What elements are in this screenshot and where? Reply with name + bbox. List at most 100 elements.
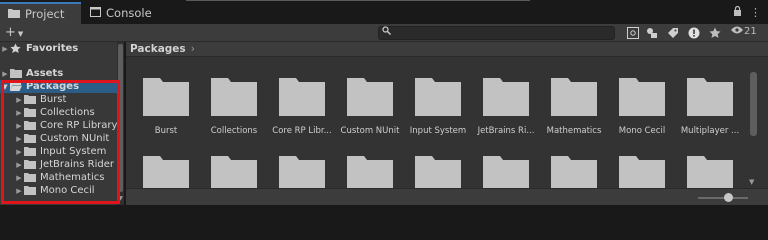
content-scrollbar-thumb[interactable] [750, 72, 757, 136]
tree-item-mathematics[interactable]: ▶ Mathematics [0, 171, 124, 184]
favorite-star-icon[interactable] [708, 26, 722, 40]
folder-icon [24, 108, 36, 117]
grid-folder-mathematics[interactable]: Mathematics [540, 78, 608, 136]
tree-item-jetbrains-rider[interactable]: ▶ JetBrains Rider [0, 158, 124, 171]
tree-item-input-system[interactable]: ▶ Input System [0, 145, 124, 158]
grid-folder[interactable] [336, 156, 404, 188]
grid-folder[interactable] [268, 156, 336, 188]
console-icon [90, 6, 101, 20]
search-input[interactable] [378, 26, 615, 40]
folder-icon [24, 160, 36, 169]
tab-project[interactable]: Project [0, 2, 81, 24]
collapsed-arrow-icon[interactable]: ▶ [14, 122, 24, 130]
collapsed-arrow-icon[interactable]: ▶ [14, 161, 24, 169]
folder-icon [8, 7, 20, 21]
grid-folder-label: Input System [409, 126, 467, 136]
grid-folder[interactable] [200, 156, 268, 188]
folder-icon [24, 121, 36, 130]
tree-item-packages[interactable]: ▼ Packages [0, 80, 124, 93]
more-menu-icon[interactable]: ⋮ [750, 6, 761, 19]
tree-item-label: Core RP Library [40, 120, 118, 131]
scroll-down-arrow-icon[interactable]: ▼ [749, 178, 754, 186]
grid-folder-core-rp-library[interactable]: Core RP Libr... [268, 78, 336, 136]
search-by-type-filter-icon[interactable] [645, 26, 659, 40]
tree-item-label: Assets [26, 68, 64, 79]
tree-item-collections[interactable]: ▶ Collections [0, 106, 124, 119]
icon-size-slider-handle[interactable] [724, 193, 733, 202]
folder-icon [24, 186, 36, 195]
collapsed-arrow-icon[interactable]: ▶ [14, 96, 24, 104]
tree-scrollbar-thumb[interactable] [118, 44, 123, 192]
collapsed-arrow-icon[interactable]: ▶ [14, 135, 24, 143]
grid-folder[interactable] [608, 156, 676, 188]
collapsed-arrow-icon[interactable]: ▶ [0, 45, 10, 53]
grid-folder[interactable] [540, 156, 608, 188]
tab-bar-divider [186, 0, 530, 1]
grid-folder-label: Custom NUnit [340, 126, 400, 136]
grid-folder-mono-cecil[interactable]: Mono Cecil [608, 78, 676, 136]
folder-icon [24, 95, 36, 104]
folder-icon [143, 78, 189, 116]
icon-size-slider-track[interactable] [698, 197, 748, 199]
scroll-down-arrow-icon[interactable]: ▼ [117, 195, 124, 202]
lock-icon[interactable] [733, 5, 742, 19]
tree-item-core-rp-library[interactable]: ▶ Core RP Library [0, 119, 124, 132]
tree-item-label: Mono Cecil [40, 185, 95, 196]
grid-folder-input-system[interactable]: Input System [404, 78, 472, 136]
folder-open-icon [10, 82, 22, 91]
asset-grid: Burst Collections Core RP Libr... Custom… [126, 58, 746, 188]
tree-item-mono-cecil[interactable]: ▶ Mono Cecil [0, 184, 124, 197]
folder-icon [347, 78, 393, 116]
tree-item-favorites[interactable]: ▶ Favorites [0, 42, 124, 55]
grid-folder[interactable] [472, 156, 540, 188]
hidden-packages-toggle[interactable]: 21 [731, 26, 757, 37]
folder-icon [24, 173, 36, 182]
grid-folder[interactable] [404, 156, 472, 188]
folder-icon [279, 78, 325, 116]
grid-folder[interactable] [132, 156, 200, 188]
grid-folder-custom-nunit[interactable]: Custom NUnit [336, 78, 404, 136]
collapsed-arrow-icon[interactable]: ▶ [14, 148, 24, 156]
breadcrumb-packages[interactable]: Packages [130, 43, 186, 55]
tab-console[interactable]: Console [86, 2, 176, 24]
grid-folder[interactable] [676, 156, 744, 188]
folder-icon [24, 147, 36, 156]
collapsed-arrow-icon[interactable]: ▶ [0, 70, 10, 78]
tree-item-label: Mathematics [40, 172, 105, 183]
tree-scrollbar[interactable]: ▼ [117, 42, 124, 205]
folder-icon [10, 69, 22, 78]
folder-icon [211, 78, 257, 116]
window-bottom-edge [0, 205, 768, 214]
folder-icon [279, 156, 325, 188]
project-folder-tree: ▶ Favorites ▶ Assets ▼ Packages ▶ Burst … [0, 42, 124, 205]
folder-icon [687, 78, 733, 116]
grid-folder-burst[interactable]: Burst [132, 78, 200, 136]
content-scrollbar[interactable]: ▼ [748, 58, 760, 188]
grid-folder-multiplayer[interactable]: Multiplayer ... [676, 78, 744, 136]
label-filter-icon[interactable] [666, 26, 680, 40]
tree-item-custom-nunit[interactable]: ▶ Custom NUnit [0, 132, 124, 145]
log-filter-icon[interactable] [687, 26, 701, 40]
tree-item-label: JetBrains Rider [40, 159, 114, 170]
folder-icon [143, 156, 189, 188]
tree-item-assets[interactable]: ▶ Assets [0, 67, 124, 80]
grid-folder-label: Collections [210, 126, 258, 136]
tree-item-label: Burst [40, 94, 67, 105]
collapsed-arrow-icon[interactable]: ▶ [14, 174, 24, 182]
folder-icon [687, 156, 733, 188]
search-by-type-icon[interactable] [626, 26, 640, 40]
project-content-panel: Packages › Burst Collections Core RP Lib… [126, 42, 768, 205]
tab-project-label: Project [25, 7, 65, 21]
folder-icon [347, 156, 393, 188]
grid-folder-label: Core RP Libr... [272, 126, 332, 136]
create-asset-button[interactable]: + ▼ [5, 25, 33, 40]
folder-icon [619, 156, 665, 188]
folder-icon [415, 156, 461, 188]
tree-item-label: Favorites [26, 43, 79, 54]
tree-item-burst[interactable]: ▶ Burst [0, 93, 124, 106]
grid-folder-collections[interactable]: Collections [200, 78, 268, 136]
grid-folder-jetbrains-rider[interactable]: JetBrains Ri... [472, 78, 540, 136]
expanded-arrow-icon[interactable]: ▼ [0, 83, 10, 91]
collapsed-arrow-icon[interactable]: ▶ [14, 109, 24, 117]
collapsed-arrow-icon[interactable]: ▶ [14, 187, 24, 195]
